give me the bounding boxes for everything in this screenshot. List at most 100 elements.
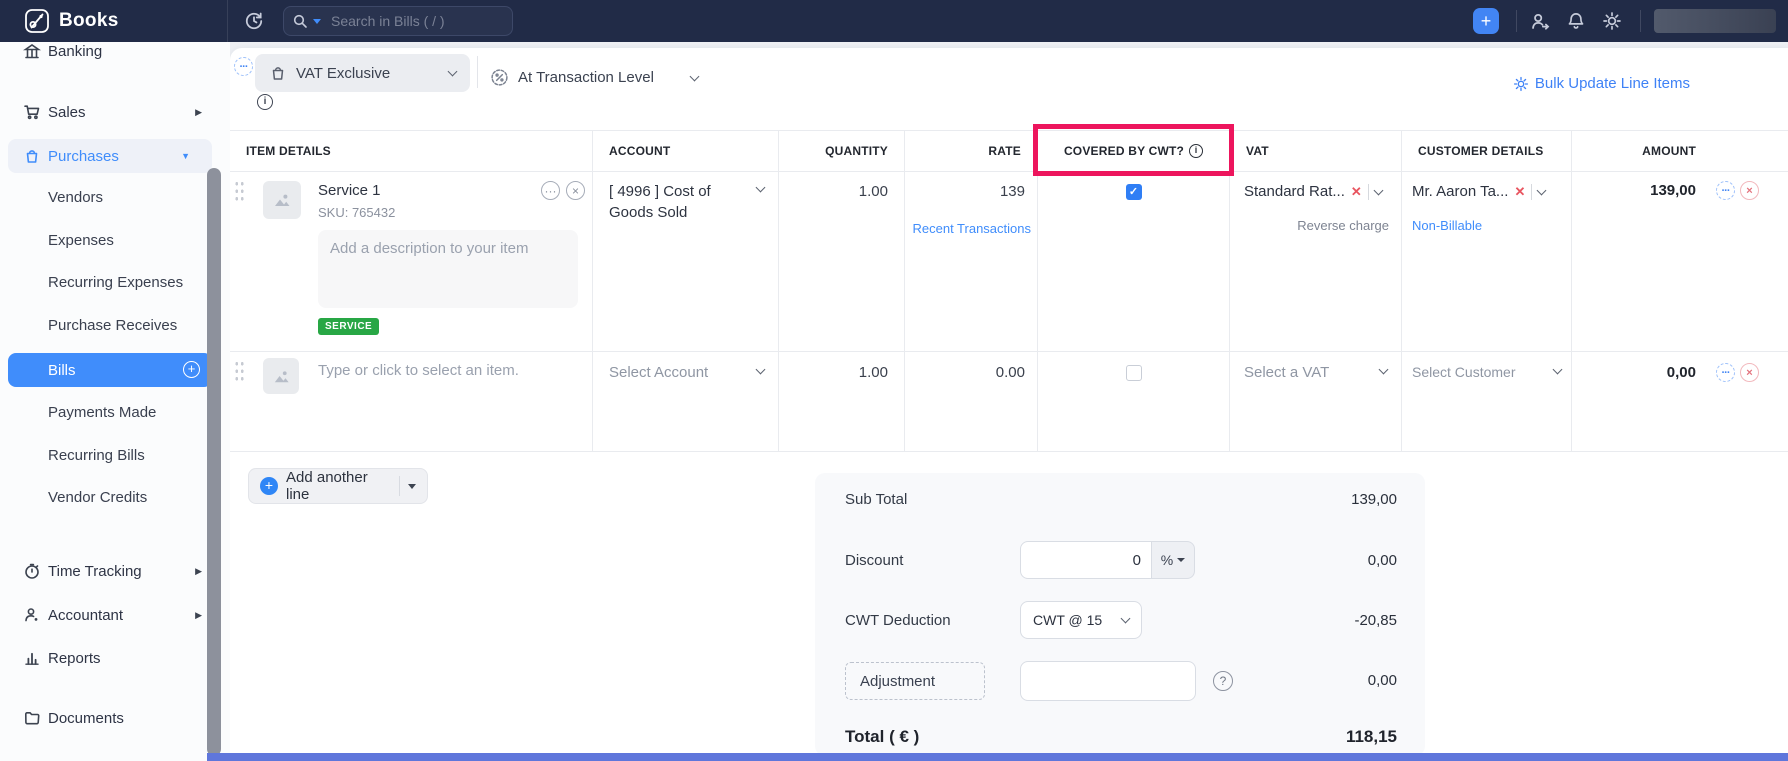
vat-chip[interactable]: Standard Rat... ✕: [1244, 183, 1382, 200]
account-cell[interactable]: Select Account: [593, 352, 779, 451]
chevron-down-icon: [448, 67, 458, 77]
item-select-input[interactable]: [318, 362, 568, 379]
chevron-right-icon: ▶: [195, 610, 202, 621]
bag-icon: [23, 147, 41, 165]
row-actions-cell: ··· ×: [1712, 352, 1788, 451]
add-line-label: Add another line: [286, 469, 391, 503]
chevron-down-icon[interactable]: [1379, 365, 1389, 375]
customer-chip[interactable]: Mr. Aaron Ta... ✕: [1412, 183, 1545, 200]
reverse-charge-note: Reverse charge: [1297, 218, 1389, 233]
clear-vat-icon[interactable]: ✕: [1351, 184, 1362, 200]
help-icon[interactable]: ?: [1213, 671, 1233, 691]
amount-cell: 0,00: [1572, 352, 1712, 451]
quantity-value[interactable]: 1.00: [859, 183, 888, 200]
drag-handle-icon[interactable]: [234, 180, 245, 202]
search-scope-caret-icon[interactable]: [313, 19, 321, 24]
rate-value[interactable]: 139: [1000, 183, 1025, 200]
line-item-row-2: Select Account 1.00 0.00 Select a VAT Se…: [230, 352, 1788, 452]
cwt-deduction-label: CWT Deduction: [845, 612, 951, 629]
sidebar-item-purchase-receives[interactable]: Purchase Receives: [48, 317, 177, 334]
row-delete-icon[interactable]: ×: [1740, 181, 1759, 200]
caret-down-icon[interactable]: [408, 484, 416, 489]
cwt-checkbox-unchecked[interactable]: [1126, 365, 1142, 381]
quantity-value[interactable]: 1.00: [859, 364, 888, 381]
item-name[interactable]: Service 1: [318, 182, 381, 199]
chevron-down-icon[interactable]: [1537, 185, 1547, 195]
app-brand[interactable]: Books: [24, 8, 119, 34]
books-logo-icon: [24, 8, 50, 34]
vat-cell[interactable]: Select a VAT: [1230, 352, 1402, 451]
rate-cell[interactable]: 0.00: [905, 352, 1038, 451]
add-bill-icon[interactable]: +: [183, 361, 200, 378]
chevron-down-icon[interactable]: [756, 183, 766, 193]
sidebar-item-sales[interactable]: Sales ▶: [0, 95, 230, 129]
item-image-placeholder-icon[interactable]: [263, 181, 301, 219]
account-cell[interactable]: [ 4996 ] Cost of Goods Sold: [593, 172, 779, 351]
sidebar-item-reports[interactable]: Reports: [0, 641, 230, 675]
item-more-icon[interactable]: ···: [541, 181, 560, 200]
sub-total-label: Sub Total: [845, 491, 907, 508]
item-image-placeholder-icon[interactable]: [263, 358, 299, 394]
recent-transactions-link[interactable]: Recent Transactions: [912, 221, 1031, 236]
rate-value[interactable]: 0.00: [996, 364, 1025, 381]
item-description-input[interactable]: [318, 230, 578, 308]
sidebar-item-recurring-bills[interactable]: Recurring Bills: [48, 447, 145, 464]
accountant-icon: [23, 606, 41, 624]
refer-users-icon[interactable]: [1530, 11, 1551, 32]
clear-customer-icon[interactable]: ✕: [1514, 184, 1525, 200]
amount-cell: 139,00: [1572, 172, 1712, 351]
adjustment-input[interactable]: [1020, 661, 1196, 701]
sidebar-item-time-tracking[interactable]: Time Tracking ▶: [0, 554, 230, 588]
non-billable-link[interactable]: Non-Billable: [1412, 218, 1482, 233]
quantity-cell[interactable]: 1.00: [779, 172, 905, 351]
sidebar-scrollbar[interactable]: [207, 168, 221, 756]
table-options-icon[interactable]: ···: [234, 57, 253, 76]
settings-gear-icon[interactable]: [1602, 11, 1622, 31]
add-another-line-button[interactable]: + Add another line: [248, 468, 428, 504]
drag-handle-icon[interactable]: [234, 360, 245, 382]
sidebar-item-expenses[interactable]: Expenses: [48, 232, 114, 249]
sidebar-item-vendors[interactable]: Vendors: [48, 189, 103, 206]
cwt-checkbox-checked[interactable]: ✓: [1126, 184, 1142, 200]
discount-input[interactable]: [1020, 541, 1152, 579]
notifications-bell-icon[interactable]: [1566, 11, 1586, 31]
topbar: Books +: [0, 0, 1788, 42]
discount-amount: 0,00: [1368, 552, 1397, 569]
gear-icon: [1513, 76, 1529, 92]
bulk-update-link[interactable]: Bulk Update Line Items: [1513, 75, 1690, 92]
search-input[interactable]: [331, 13, 512, 29]
cwt-rate-dropdown[interactable]: CWT @ 15: [1020, 601, 1142, 639]
quick-create-button[interactable]: +: [1473, 8, 1499, 34]
sidebar-item-vendor-credits[interactable]: Vendor Credits: [48, 489, 147, 506]
row-delete-icon[interactable]: ×: [1740, 363, 1759, 382]
organization-name-redacted[interactable]: [1654, 9, 1776, 33]
row-more-icon[interactable]: ···: [1716, 181, 1735, 200]
sidebar-item-documents[interactable]: Documents: [0, 701, 230, 735]
item-remove-icon[interactable]: ×: [566, 181, 585, 200]
row-more-icon[interactable]: ···: [1716, 363, 1735, 382]
chevron-down-icon[interactable]: [756, 365, 766, 375]
chevron-down-icon[interactable]: [1553, 365, 1563, 375]
quantity-cell[interactable]: 1.00: [779, 352, 905, 451]
rate-cell[interactable]: 139 Recent Transactions: [905, 172, 1038, 351]
sidebar-item-recurring-expenses[interactable]: Recurring Expenses: [48, 274, 183, 291]
adjustment-amount: 0,00: [1368, 672, 1397, 689]
sidebar-item-payments-made[interactable]: Payments Made: [48, 404, 156, 421]
customer-cell[interactable]: Select Customer: [1402, 352, 1572, 451]
sidebar-item-label: Documents: [48, 710, 124, 727]
chevron-down-icon[interactable]: [1373, 185, 1383, 195]
search-bar[interactable]: [283, 6, 513, 36]
info-icon[interactable]: i: [257, 94, 273, 110]
vat-mode-dropdown[interactable]: VAT Exclusive: [255, 54, 470, 92]
adjustment-button[interactable]: Adjustment: [845, 662, 985, 700]
sidebar-item-accountant[interactable]: Accountant ▶: [0, 598, 230, 632]
recent-history-icon[interactable]: [244, 11, 264, 31]
topbar-separator: [1516, 10, 1517, 32]
sidebar-item-purchases[interactable]: Purchases ▼: [8, 139, 212, 173]
discount-unit-dropdown[interactable]: %: [1152, 541, 1195, 579]
info-icon[interactable]: i: [1189, 144, 1203, 158]
vat-placeholder: Select a VAT: [1244, 364, 1329, 381]
tax-level-dropdown[interactable]: At Transaction Level: [490, 68, 698, 87]
vat-cell: Standard Rat... ✕ Reverse charge: [1230, 172, 1402, 351]
sidebar-item-bills-active[interactable]: Bills +: [8, 353, 212, 387]
